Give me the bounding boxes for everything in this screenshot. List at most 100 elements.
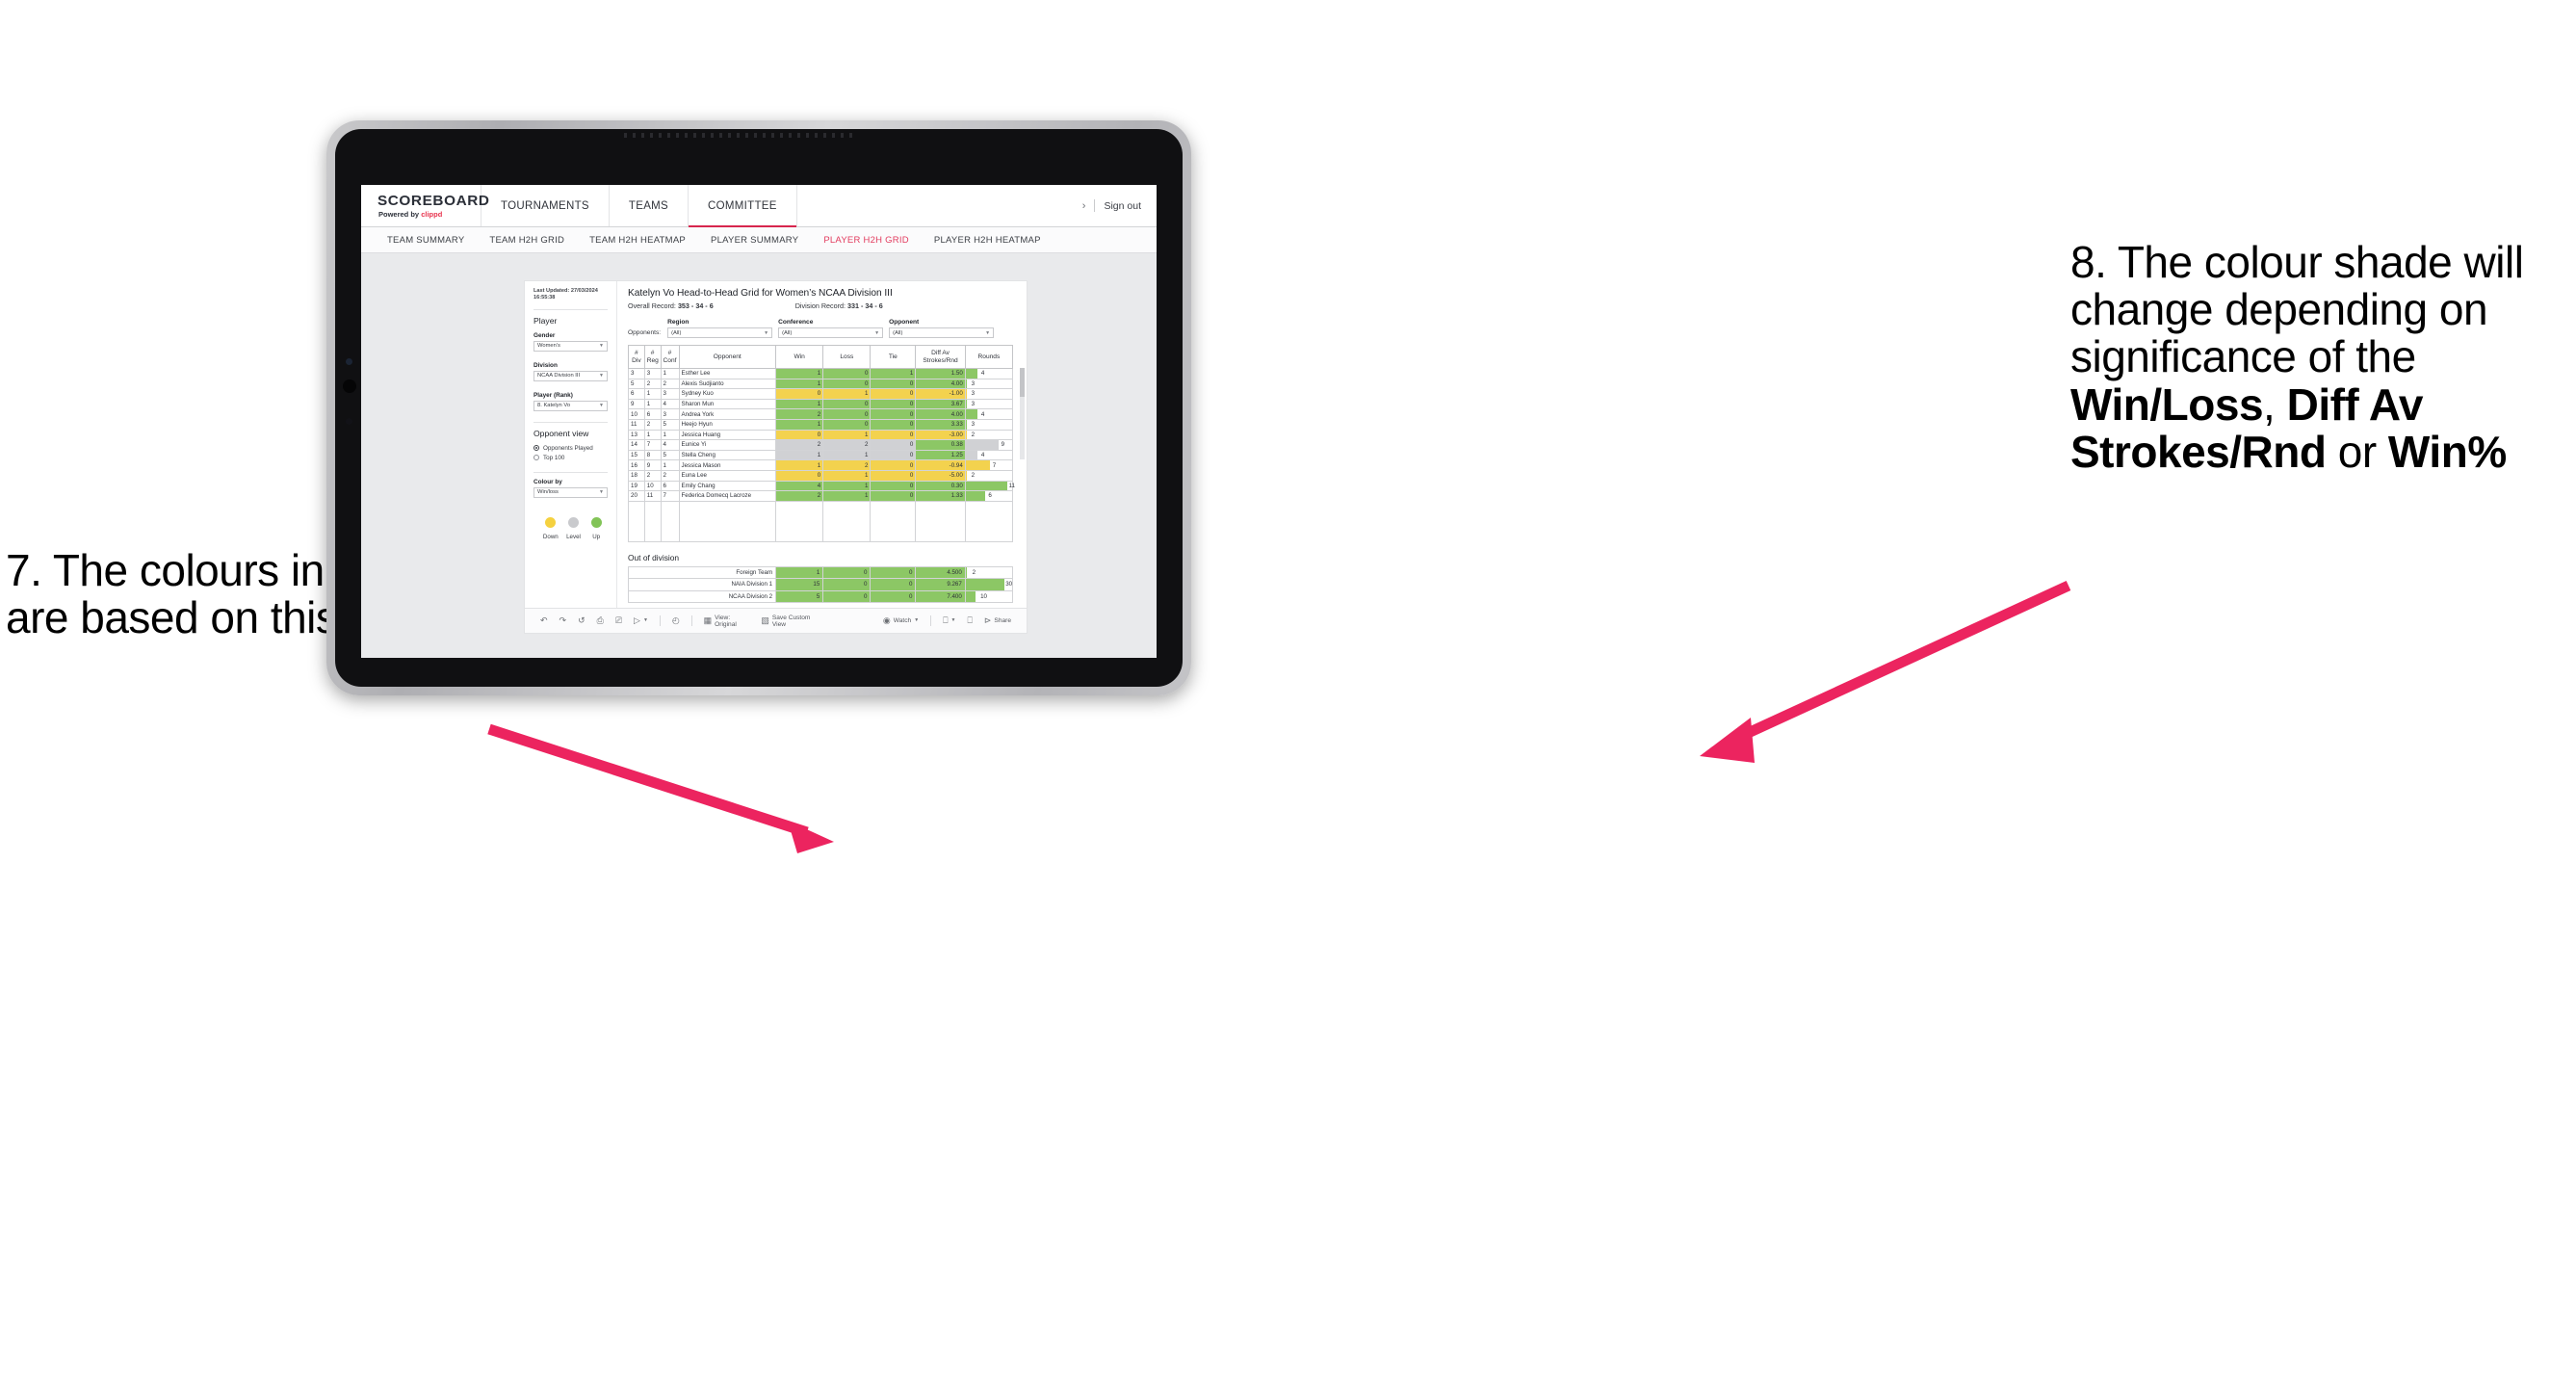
scrollbar-thumb[interactable] xyxy=(1020,368,1025,397)
blank-cell xyxy=(643,500,662,542)
col-diff-av-strokes[interactable]: Diff Av Strokes/Rnd xyxy=(915,345,966,369)
highlight-icon: ▷ xyxy=(634,615,640,625)
filter-conference-label: Conference xyxy=(778,319,814,326)
subnav-item-team-h2h-heatmap[interactable]: TEAM H2H HEATMAP xyxy=(577,235,698,246)
cell-loss: 1 xyxy=(822,429,872,441)
refresh-data-button[interactable]: ⎙ xyxy=(591,616,610,625)
filter-opponent-value: (All) xyxy=(893,329,903,336)
gender-label: Gender xyxy=(533,331,556,339)
fullscreen-button[interactable]: ⎕ xyxy=(961,616,977,625)
player-rank-select[interactable]: 8. Katelyn Vo ▼ xyxy=(533,400,608,411)
filter-opponent: Opponent (All) ▼ xyxy=(889,319,995,338)
col-tie[interactable]: Tie xyxy=(870,345,917,369)
table-row[interactable]: 5 2 2 Alexis Sudjianto 1 0 0 4.00 3 xyxy=(628,378,1014,390)
table-row[interactable]: 20 11 7 Federica Domecq Lacroze 2 1 0 1.33 6 xyxy=(628,490,1014,502)
table-row[interactable]: 15 8 5 Stella Cheng 1 1 0 1.25 4 xyxy=(628,449,1014,461)
cell-loss: 1 xyxy=(822,449,872,461)
cell-opponent: Sydney Kuo xyxy=(678,388,777,400)
clock-icon: ◴ xyxy=(671,615,680,625)
subnav-item-player-h2h-heatmap[interactable]: PLAYER H2H HEATMAP xyxy=(922,235,1054,246)
topnav-item-tournaments[interactable]: TOURNAMENTS xyxy=(481,185,610,226)
tablet-screen: SCOREBOARD Powered by clippd TOURNAMENTS… xyxy=(335,129,1183,687)
cell-opponent: Alexis Sudjianto xyxy=(678,378,777,390)
cell-rounds: 3 xyxy=(964,388,1014,400)
legend-dot-up-icon xyxy=(590,516,602,528)
download-button[interactable]: ⎕ ▼ xyxy=(937,616,961,625)
table-row[interactable]: 3 3 1 Esther Lee 1 0 1 1.50 4 xyxy=(628,368,1014,379)
col-win[interactable]: Win xyxy=(775,345,824,369)
colour-by-select[interactable]: Win/loss ▼ xyxy=(533,486,608,498)
revert-button[interactable]: ↺ xyxy=(572,616,591,625)
redo-button[interactable]: ↷ xyxy=(554,616,573,625)
watch-button[interactable]: ◉ Watch ▼ xyxy=(877,616,924,625)
table-row[interactable]: 11 2 5 Heejo Hyun 1 0 0 3.33 3 xyxy=(628,418,1014,431)
radio-top-100[interactable]: Top 100 xyxy=(533,455,608,461)
topnav-item-teams[interactable]: TEAMS xyxy=(610,185,690,226)
cell-win: 1 xyxy=(775,378,824,390)
tablet-device-frame: SCOREBOARD Powered by clippd TOURNAMENTS… xyxy=(326,120,1191,695)
filter-region-select[interactable]: (All) ▼ xyxy=(667,327,773,338)
filter-opponent-select[interactable]: (All) ▼ xyxy=(889,327,995,338)
highlight-button[interactable]: ▷ ▼ xyxy=(628,616,654,625)
table-row[interactable]: 14 7 4 Eunice Yi 2 2 0 0.38 9 xyxy=(628,439,1014,451)
col-loss[interactable]: Loss xyxy=(822,345,872,369)
cell-win: 0 xyxy=(775,469,824,482)
pause-auto-update-button[interactable]: ◴ xyxy=(666,616,686,625)
table-row[interactable]: 19 10 6 Emily Chang 4 1 0 0.30 11 xyxy=(628,480,1015,492)
out-of-division-row[interactable]: NCAA Division 2 5 0 0 7.400 10 xyxy=(627,589,1014,604)
col-rounds[interactable]: Rounds xyxy=(964,345,1014,369)
radio-opponents-played-label: Opponents Played xyxy=(543,444,593,452)
table-row[interactable]: 18 2 2 Euna Lee 0 1 0 -5.00 2 xyxy=(628,469,1014,482)
pause-updates-button[interactable]: ⎚ xyxy=(610,616,628,625)
filter-conference-select[interactable]: (All) ▼ xyxy=(778,327,884,338)
table-row[interactable]: 10 6 3 Andrea York 2 0 0 4.00 4 xyxy=(628,408,1014,420)
col-opponent[interactable]: Opponent xyxy=(678,345,777,369)
h2h-grid-head: #Div #Reg #Conf Opponent Win Loss Tie xyxy=(628,345,1014,369)
view-original-button[interactable]: ▦ View: Original xyxy=(698,615,756,628)
main-content: Katelyn Vo Head-to-Head Grid for Women’s… xyxy=(617,281,1027,608)
subnav-item-player-h2h-grid[interactable]: PLAYER H2H GRID xyxy=(811,235,922,246)
cell-reg: 6 xyxy=(643,408,662,420)
subnav-item-team-h2h-grid[interactable]: TEAM H2H GRID xyxy=(477,235,577,246)
table-row[interactable]: 6 1 3 Sydney Kuo 0 1 0 -1.00 3 xyxy=(628,388,1014,400)
save-custom-view-button[interactable]: ▧ Save Custom View xyxy=(755,615,825,628)
rounds-bar xyxy=(965,590,976,603)
table-row[interactable]: 9 1 4 Sharon Mun 1 0 0 3.67 3 xyxy=(628,398,1014,410)
subnav-item-team-summary[interactable]: TEAM SUMMARY xyxy=(375,235,477,246)
cell-diff-av-strokes: 0.38 xyxy=(915,439,966,451)
table-row[interactable]: 13 1 1 Jessica Huang 0 1 0 -3.00 2 xyxy=(628,429,1014,441)
division-select[interactable]: NCAA Division III ▼ xyxy=(533,370,608,381)
undo-button[interactable]: ↶ xyxy=(534,616,554,625)
col-conf[interactable]: # Conf xyxy=(660,345,680,369)
cell-name: NCAA Division 2 xyxy=(627,589,777,604)
cell-div: 10 xyxy=(628,408,645,420)
records-row: Overall Record: 353 - 34 - 6 Division Re… xyxy=(628,301,1018,310)
topnav-item-committee[interactable]: COMMITTEE xyxy=(689,185,797,227)
table-row[interactable]: 16 9 1 Jessica Mason 1 2 0 -0.94 7 xyxy=(628,459,1014,471)
rounds-bar xyxy=(965,430,967,440)
annotation-8: 8. The colour shade will change dependin… xyxy=(2070,238,2576,476)
brand-sub-accent: clippd xyxy=(421,210,443,219)
undo-icon: ↶ xyxy=(540,615,548,625)
grid-vertical-scrollbar[interactable] xyxy=(1020,368,1025,459)
cell-diff-av-strokes: -1.00 xyxy=(915,388,966,400)
cell-rounds: 6 xyxy=(964,490,1014,502)
filter-opponent-label: Opponent xyxy=(889,319,920,326)
cell-reg: 2 xyxy=(643,469,662,482)
cell-loss: 0 xyxy=(822,418,872,431)
share-button[interactable]: ⊳ Share xyxy=(978,616,1017,625)
chevron-right-icon[interactable]: › xyxy=(1082,200,1086,212)
subnav-item-player-summary[interactable]: PLAYER SUMMARY xyxy=(698,235,811,246)
cell-div: 6 xyxy=(628,388,645,400)
h2h-grid-wrapper: #Div #Reg #Conf Opponent Win Loss Tie xyxy=(628,345,1025,542)
col-reg[interactable]: # Reg xyxy=(643,345,662,369)
out-of-division-row[interactable]: NAIA Division 1 15 0 0 9.267 30 xyxy=(627,578,1014,591)
out-of-division-row[interactable]: Foreign Team 1 0 0 4.500 2 xyxy=(627,565,1014,580)
radio-opponents-played[interactable]: Opponents Played xyxy=(533,445,608,452)
brand-logo[interactable]: SCOREBOARD Powered by clippd xyxy=(361,185,489,226)
col-div[interactable]: # Div xyxy=(628,345,645,369)
legend-item-down: Down xyxy=(539,516,562,540)
sign-out-button[interactable]: Sign out xyxy=(1104,200,1141,212)
gender-select[interactable]: Women’s ▼ xyxy=(533,340,608,352)
panel-heading-opponent-view: Opponent view xyxy=(533,428,589,438)
